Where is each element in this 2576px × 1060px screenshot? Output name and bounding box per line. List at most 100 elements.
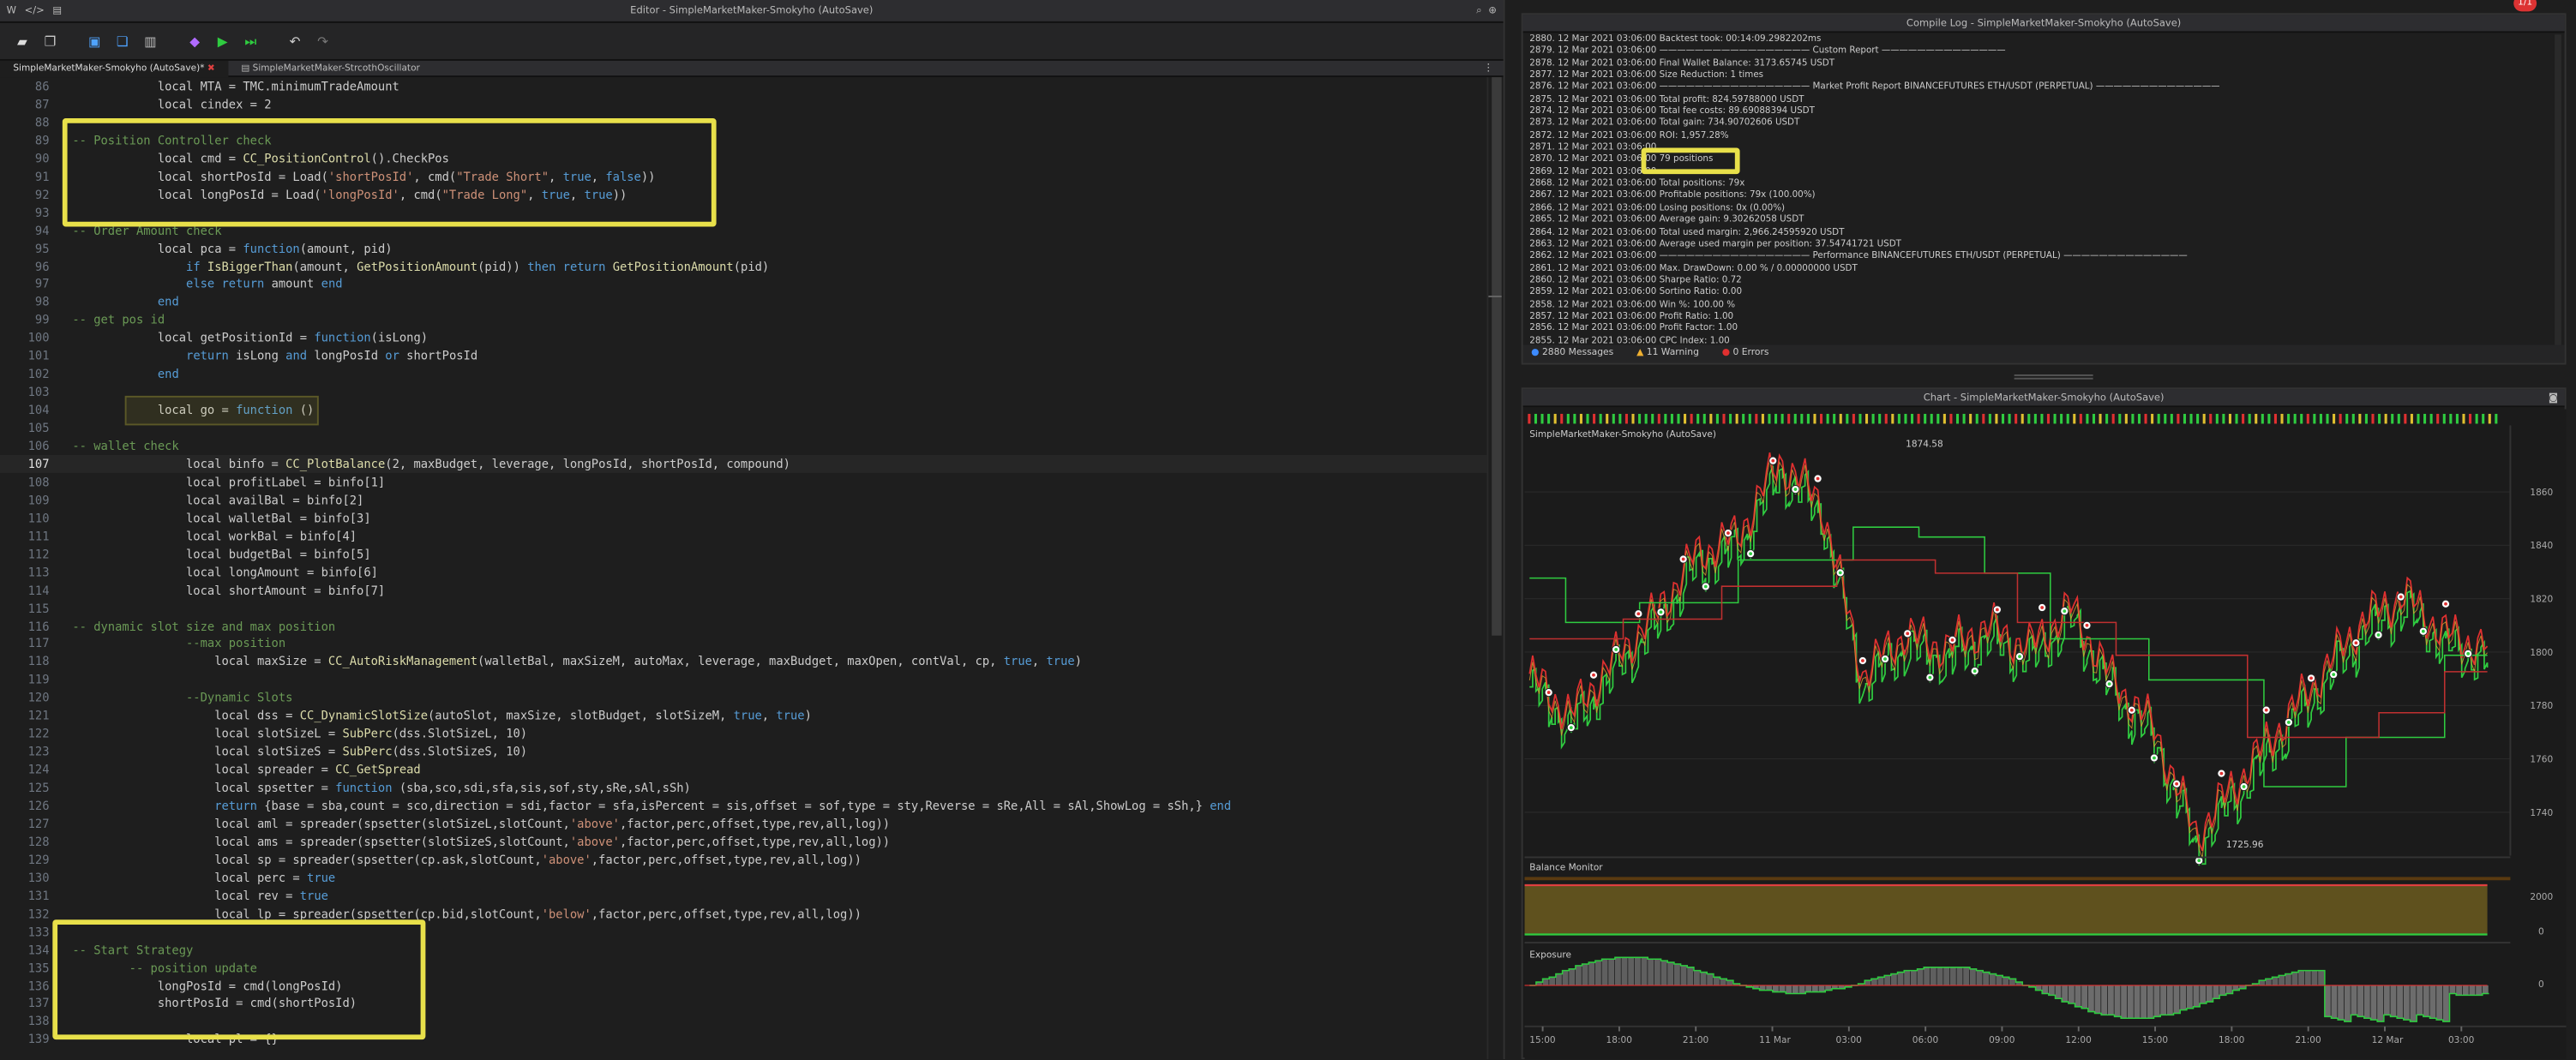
errors-filter[interactable]: ● 0 Errors [1722, 344, 1769, 362]
undo-icon[interactable]: ↶ [285, 32, 303, 50]
code-line[interactable]: 108 local profitLabel = binfo[1] [0, 473, 1488, 491]
code-line[interactable]: 95 local pca = function(amount, pid) [0, 239, 1488, 257]
signal-tick [2235, 413, 2238, 424]
code-line[interactable]: 110 local walletBal = binfo[3] [0, 509, 1488, 527]
camera-icon[interactable]: ◙ [2549, 389, 2558, 407]
x-tick-label: 12:00 [2065, 1035, 2091, 1045]
log-scrollbar[interactable] [2555, 34, 2561, 347]
notification-badge[interactable]: 1/1 [2513, 0, 2537, 12]
bot-icon[interactable]: ◆ [186, 32, 204, 50]
code-line[interactable]: 124 local spreader = CC_GetSpread [0, 761, 1488, 779]
code-line[interactable]: 109 local availBal = binfo[2] [0, 491, 1488, 509]
exposure-label: Exposure [1529, 949, 1571, 960]
search-icon[interactable]: ⌕ [1476, 0, 1481, 23]
fast-forward-icon[interactable]: ⏭ [242, 32, 260, 50]
panel-splitter[interactable] [2014, 374, 2093, 380]
code-line[interactable]: 112 local budgetBal = binfo[5] [0, 545, 1488, 563]
code-line[interactable]: 106 -- wallet check [0, 437, 1488, 455]
exposure-bar [1798, 985, 1805, 994]
exposure-bar [2153, 985, 2160, 1017]
editor-scrollbar[interactable] [1486, 77, 1504, 1060]
code-line[interactable]: 126 return {base = sba,count = sco,direc… [0, 797, 1488, 815]
code-token: -- dynamic slot size and max position [72, 618, 336, 633]
trade-marker-dot [1771, 458, 1775, 463]
exposure-bar [1700, 972, 1707, 985]
close-icon[interactable]: ✖ [207, 63, 215, 73]
code-line[interactable]: 102 end [0, 365, 1488, 383]
code-line[interactable]: 129 local sp = spreader(spsetter(cp.ask,… [0, 850, 1488, 868]
code-line[interactable]: 99 -- get pos id [0, 311, 1488, 329]
tab-stochoscillator[interactable]: ▤ SimpleMarketMaker-StrcothOscillator [228, 60, 433, 76]
code-line[interactable]: 123 local slotSizeS = SubPerc(dss.SlotSi… [0, 743, 1488, 761]
exposure-bar [1673, 963, 1680, 985]
code-line[interactable]: 87 local cindex = 2 [0, 95, 1488, 113]
code-line[interactable]: 107 local binfo = CC_PlotBalance(2, maxB… [0, 454, 1489, 473]
code-line[interactable]: 118 local maxSize = CC_AutoRiskManagemen… [0, 653, 1488, 671]
exposure-bar [2114, 985, 2121, 1017]
code-icon[interactable]: </> [25, 0, 45, 23]
copy-icon[interactable]: ❐ [41, 32, 59, 50]
code-line[interactable]: 131 local rev = true [0, 886, 1488, 904]
line-number: 106 [27, 438, 50, 453]
more-icon[interactable]: ⋮ [1484, 63, 1493, 74]
line-number: 116 [27, 618, 50, 633]
code-line[interactable]: 119 [0, 671, 1488, 689]
exposure-bar [2285, 973, 2291, 985]
editor-scrollbar-thumb[interactable] [1492, 77, 1502, 636]
code-token: local sp = spreader(spsetter(cp.ask,slot… [72, 852, 542, 867]
messages-filter[interactable]: ● 2880 Messages [1531, 344, 1613, 362]
code-token: end [321, 276, 343, 292]
redo-icon[interactable]: ↷ [314, 32, 332, 50]
code-token: 'above' [569, 834, 620, 849]
open-folder-icon[interactable]: ▰ [13, 32, 31, 50]
code-line[interactable]: 122 local slotSizeL = SubPerc(dss.SlotSi… [0, 725, 1488, 743]
chart-svg[interactable]: SimpleMarketMaker-Smokyho (AutoSave) 174… [1524, 409, 2567, 1060]
code-line[interactable]: 113 local longAmount = binfo[6] [0, 563, 1488, 581]
code-token: ,factor,perc,offset,type,rev,all,log)) [619, 816, 891, 831]
tab-smokyho[interactable]: SimpleMarketMaker-Smokyho (AutoSave)* ✖ [0, 59, 229, 77]
code-line[interactable]: 130 local perc = true [0, 868, 1488, 886]
code-line[interactable]: 101 return isLong and longPosId or short… [0, 347, 1488, 365]
code-token: else [186, 276, 215, 292]
code-line[interactable]: 128 local ams = spreader(spsetter(slotSi… [0, 832, 1488, 850]
code-line[interactable]: 96 if IsBiggerThan(amount, GetPositionAm… [0, 257, 1488, 275]
document-icon[interactable]: ▤ [52, 0, 62, 23]
code-line[interactable]: 117 --max position [0, 635, 1488, 653]
code-line[interactable]: 97 else return amount end [0, 275, 1488, 293]
exposure-bar [1937, 967, 1943, 985]
exposure-bar [2304, 970, 2311, 985]
log-messages[interactable]: 2880. 12 Mar 2021 03:06:00 Backtest took… [1529, 34, 2548, 346]
code-line[interactable]: 114 local shortAmount = binfo[7] [0, 581, 1488, 599]
delete-icon[interactable]: ▥ [141, 32, 159, 50]
editor-title: Editor - SimpleMarketMaker-Smokyho (Auto… [630, 4, 874, 17]
signal-tick [1573, 413, 1576, 424]
code-line[interactable]: 100 local getPositionId = function(isLon… [0, 329, 1488, 347]
signal-tick [2053, 413, 2057, 424]
code-token: local rev = [72, 888, 300, 903]
code-line[interactable]: 86 local MTA = TMC.minimumTradeAmount [0, 77, 1488, 95]
trade-marker-dot [1569, 726, 1573, 730]
code-line[interactable]: 98 end [0, 293, 1488, 311]
code-line[interactable]: 115 [0, 599, 1488, 617]
exposure-bar [2265, 979, 2272, 985]
exposure-bar [2094, 985, 2101, 1014]
save-icon[interactable]: ▣ [86, 32, 104, 50]
run-icon[interactable]: ▶ [213, 32, 231, 50]
exposure-bar [1693, 970, 1700, 985]
code-line[interactable]: 116 -- dynamic slot size and max position [0, 617, 1488, 635]
window-icon[interactable]: W [7, 0, 16, 23]
code-line[interactable]: 125 local spsetter = function (sba,sco,s… [0, 779, 1488, 797]
code-line[interactable]: 127 local aml = spreader(spsetter(slotSi… [0, 814, 1488, 832]
exposure-bar [2442, 985, 2449, 1022]
line-number: 88 [34, 114, 50, 130]
log-line: 2856. 12 Mar 2021 03:06:00 Profit Factor… [1529, 324, 1738, 334]
code-line[interactable]: 120 --Dynamic Slots [0, 689, 1488, 707]
chart-area[interactable]: SimpleMarketMaker-Smokyho (AutoSave) 174… [1524, 409, 2567, 1060]
code-line[interactable]: 121 local dss = CC_DynamicSlotSize(autoS… [0, 707, 1488, 725]
warnings-filter[interactable]: ▲ 11 Warning [1636, 344, 1699, 362]
code-line[interactable]: 111 local workBal = binfo[4] [0, 527, 1488, 545]
save-all-icon[interactable]: ❏ [113, 32, 131, 50]
zoom-icon[interactable]: ⊕ [1488, 0, 1497, 23]
exposure-bar [1707, 973, 1714, 985]
exposure-bar [2469, 985, 2476, 996]
